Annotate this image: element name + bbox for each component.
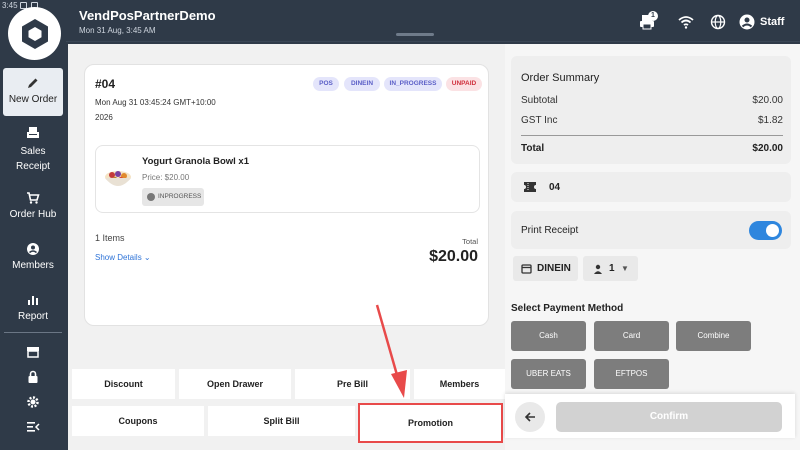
chevron-down-icon: ⌄ (143, 253, 151, 262)
right-panel: Order Summary Subtotal $20.00 GST Inc $1… (505, 44, 800, 450)
pre-bill-button[interactable]: Pre Bill (295, 369, 410, 399)
header-date: Mon 31 Aug, 3:45 AM (79, 26, 156, 35)
menu-collapse-icon[interactable] (26, 420, 40, 434)
app-title: VendPosPartnerDemo (79, 8, 216, 23)
chip-unpaid: UNPAID (446, 77, 482, 91)
subtotal-value: $20.00 (752, 95, 783, 106)
sidebar-item-members[interactable]: Members (0, 242, 66, 271)
sidebar-item-sales-receipt[interactable]: Sales Receipt (0, 126, 66, 174)
order-datetime: Mon Aug 31 03:45:24 GMT+10:00 (95, 98, 216, 107)
item-status-text: INPROGRESS (158, 193, 202, 200)
print-receipt-label: Print Receipt (521, 225, 579, 236)
show-details-link[interactable]: Show Details ⌄ (95, 253, 151, 262)
staff-label[interactable]: Staff (760, 16, 784, 28)
items-count: 1 Items (95, 233, 125, 243)
bar-chart-icon (28, 296, 38, 305)
item-price: Price: $20.00 (142, 173, 190, 182)
chip-in-progress: IN_PROGRESS (384, 77, 442, 91)
table-ticket[interactable]: 04 (511, 172, 791, 202)
arrow-left-icon (524, 412, 535, 422)
ticket-number: 04 (549, 182, 561, 193)
subtotal-label: Subtotal (521, 95, 558, 106)
item-status-badge: INPROGRESS (142, 188, 204, 206)
pay-eftpos-button[interactable]: EFTPOS (594, 359, 669, 389)
food-bowl-image (105, 171, 131, 186)
status-time: 3:45 (2, 1, 18, 10)
gst-label: GST Inc (521, 115, 558, 126)
order-item[interactable]: Yogurt Granola Bowl x1 Price: $20.00 INP… (95, 145, 480, 213)
lock-icon[interactable] (26, 370, 40, 384)
order-summary: Order Summary Subtotal $20.00 GST Inc $1… (511, 56, 791, 164)
back-button[interactable] (515, 402, 545, 432)
dine-mode-text: DINEIN (537, 263, 571, 274)
show-details-text: Show Details (95, 253, 142, 262)
calendar-icon (521, 264, 532, 274)
summary-title: Order Summary (521, 72, 600, 84)
order-number: #04 (95, 77, 116, 91)
promotion-button[interactable]: Promotion (358, 403, 503, 443)
guest-count-select[interactable]: 1 ▼ (583, 256, 638, 281)
summary-total-row: Total $20.00 (521, 143, 783, 154)
pay-card-button[interactable]: Card (594, 321, 669, 351)
drag-handle[interactable] (396, 33, 434, 36)
gst-value: $1.82 (757, 115, 783, 126)
cart-icon (27, 192, 40, 204)
summary-divider (521, 135, 783, 136)
order-year: 2026 (95, 113, 113, 122)
guest-count-value: 1 (609, 263, 615, 274)
sidebar-divider (4, 332, 62, 333)
payment-method-title: Select Payment Method (511, 303, 624, 314)
subtotal-row: Subtotal $20.00 (521, 95, 783, 106)
confirm-button[interactable]: Confirm (556, 402, 782, 432)
sidebar-item-report[interactable]: Report (0, 293, 66, 322)
clock-icon (147, 193, 155, 201)
toggle-knob (766, 224, 779, 237)
app-logo (8, 7, 61, 60)
summary-total-value: $20.00 (752, 143, 783, 154)
sidebar-item-order-hub[interactable]: Order Hub (0, 191, 66, 220)
pencil-icon (28, 78, 38, 88)
summary-total-label: Total (521, 143, 545, 154)
dine-mode-button[interactable]: DINEIN (513, 256, 578, 281)
gear-icon[interactable] (26, 395, 40, 409)
print-receipt-toggle[interactable] (749, 221, 782, 240)
order-card: #04 Mon Aug 31 03:45:24 GMT+10:00 2026 P… (84, 64, 489, 326)
caret-down-icon: ▼ (621, 264, 629, 273)
sidebar-item-label: Members (12, 260, 54, 271)
top-header: VendPosPartnerDemo Mon 31 Aug, 3:45 AM 1… (66, 0, 800, 42)
user-avatar-icon[interactable] (739, 14, 755, 30)
person-icon (594, 264, 602, 274)
wifi-icon[interactable] (678, 14, 694, 30)
item-name: Yogurt Granola Bowl x1 (142, 156, 249, 167)
user-icon (27, 243, 39, 255)
ticket-icon (524, 182, 536, 192)
pay-combine-button[interactable]: Combine (676, 321, 751, 351)
sidebar: 3:45 New Order Sales Receipt Order Hub M… (0, 0, 66, 450)
pay-uber-eats-button[interactable]: UBER EATS (511, 359, 586, 389)
main-area: #04 Mon Aug 31 03:45:24 GMT+10:00 2026 P… (68, 44, 505, 450)
sidebar-item-label: New Order (8, 94, 58, 105)
printer-badge: 1 (648, 11, 658, 21)
store-icon[interactable] (26, 345, 40, 359)
sidebar-item-label: Report (17, 311, 48, 322)
order-total-value: $20.00 (429, 248, 478, 265)
globe-icon[interactable] (710, 14, 726, 30)
sidebar-item-label: Order Hub (9, 209, 57, 220)
order-total-label: Total (462, 237, 478, 246)
discount-button[interactable]: Discount (72, 369, 175, 399)
print-receipt-row: Print Receipt (511, 211, 791, 249)
receipt-icon (27, 127, 39, 138)
gst-row: GST Inc $1.82 (521, 115, 783, 126)
sidebar-item-new-order[interactable]: New Order (3, 68, 63, 116)
chip-pos: POS (313, 77, 339, 91)
hexagon-logo-icon (21, 18, 48, 49)
chip-dinein: DINEIN (344, 77, 380, 91)
sidebar-item-label: Sales Receipt (16, 146, 50, 172)
split-bill-button[interactable]: Split Bill (208, 406, 355, 436)
payment-footer: Confirm (505, 394, 795, 438)
open-drawer-button[interactable]: Open Drawer (179, 369, 291, 399)
pay-cash-button[interactable]: Cash (511, 321, 586, 351)
members-button[interactable]: Members (414, 369, 505, 399)
coupons-button[interactable]: Coupons (72, 406, 204, 436)
